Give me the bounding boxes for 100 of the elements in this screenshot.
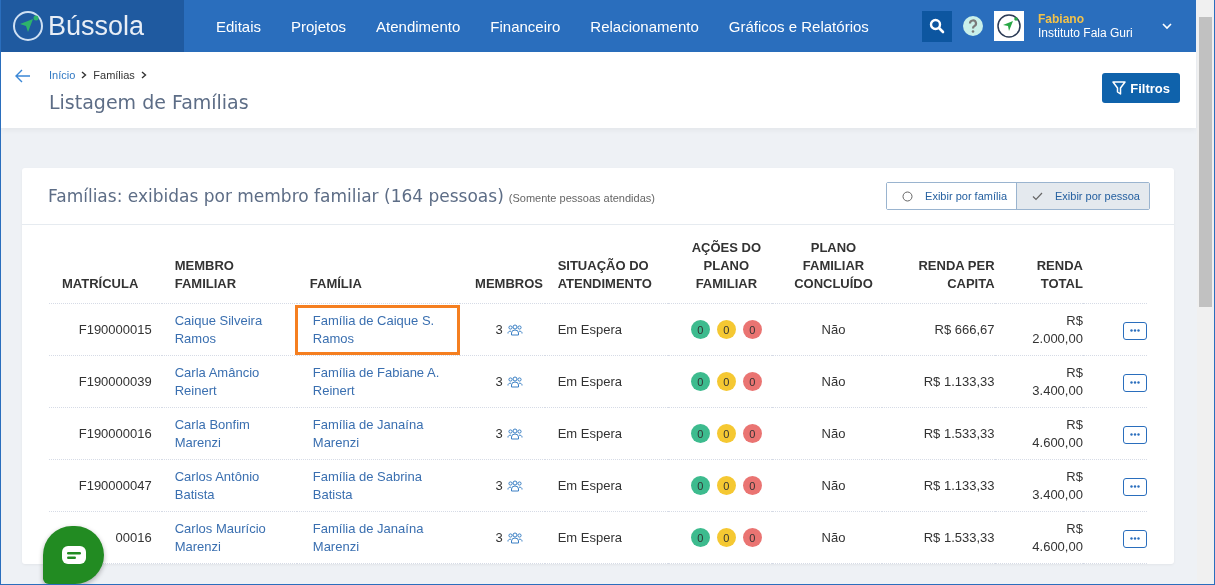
table-cell: Não <box>821 529 846 545</box>
people-icon <box>506 375 523 388</box>
column-header: RENDA TOTAL <box>1036 258 1083 291</box>
chevron-down-icon[interactable] <box>1162 22 1172 30</box>
people-icon <box>506 427 523 440</box>
table-cell-text: R$ 4.600,00 <box>1031 415 1083 452</box>
back-arrow-icon[interactable] <box>15 69 31 83</box>
table-cell: 00016 <box>115 529 152 545</box>
column-header: RENDA PER CAPITA <box>918 258 995 291</box>
table-cell: 3 <box>495 476 503 495</box>
table-cell-text: R$ 4.600,00 <box>1031 519 1083 556</box>
nav-link[interactable]: Projetos <box>291 17 347 35</box>
table-cell: Em Espera <box>557 321 622 337</box>
organization-logo-icon <box>994 11 1024 41</box>
table-cell: Em Espera <box>557 477 622 493</box>
ellipsis-icon <box>1130 329 1140 333</box>
column-header: PLANO FAMILIAR CONCLUÍDO <box>794 240 873 291</box>
action-count-badge: 0 <box>742 320 762 339</box>
more-options-button[interactable] <box>1123 321 1147 340</box>
member-link[interactable]: Carlos Maurício Marenzi <box>174 519 275 556</box>
table-cell: 3 <box>495 320 503 339</box>
people-icon <box>506 531 523 544</box>
table-cell: F190000016 <box>78 425 152 441</box>
ellipsis-icon <box>1130 381 1140 385</box>
column-header: MEMBRO FAMILIAR <box>174 258 237 291</box>
chevron-right-icon <box>140 71 147 79</box>
member-link[interactable]: Carlos Antônio Batista <box>174 467 275 504</box>
chevron-right-icon <box>81 71 88 79</box>
search-button[interactable] <box>922 10 952 42</box>
more-options-button[interactable] <box>1123 425 1147 444</box>
nav-link[interactable]: Editais <box>216 17 262 35</box>
member-link[interactable]: Carla Bonfim Marenzi <box>174 415 275 452</box>
member-link[interactable]: Carla Amâncio Reinert <box>174 363 275 400</box>
table-cell: Em Espera <box>557 529 622 545</box>
table-cell: R$ 1.133,33 <box>923 373 995 389</box>
card-note: (Somente pessoas atendidas) <box>508 192 655 204</box>
table-cell: F190000015 <box>78 321 152 337</box>
table-cell: F190000039 <box>78 373 152 389</box>
column-header: FAMÍLIA <box>309 276 362 291</box>
brand-name: Bússola <box>48 10 145 42</box>
action-count-badge: 0 <box>690 476 710 495</box>
table-cell: Não <box>821 321 846 337</box>
ellipsis-icon <box>1130 485 1140 489</box>
action-count-badge: 0 <box>690 424 710 443</box>
view-toggle-option[interactable]: Exibir por pessoa <box>1016 183 1149 209</box>
column-header: MATRÍCULA <box>62 276 139 291</box>
filters-button[interactable]: Filtros <box>1102 73 1180 103</box>
table-cell: R$ 1.533,33 <box>923 425 995 441</box>
radio-circle-icon <box>902 190 914 202</box>
nav-link[interactable]: Financeiro <box>490 17 561 35</box>
chat-button[interactable] <box>43 526 104 584</box>
action-count-badge: 0 <box>716 476 736 495</box>
breadcrumb-link[interactable]: Início <box>49 69 76 81</box>
user-name: Fabiano <box>1038 12 1085 26</box>
nav-link[interactable]: Atendimento <box>376 17 461 35</box>
organization-name: Instituto Fala Guri <box>1038 26 1134 40</box>
action-count-badge: 0 <box>690 528 710 547</box>
compass-logo-icon <box>12 10 44 42</box>
table-cell: Não <box>821 477 846 493</box>
action-count-badge: 0 <box>690 372 710 391</box>
table-cell-text: R$ 3.400,00 <box>1031 363 1083 400</box>
filter-icon <box>1112 80 1127 96</box>
family-link[interactable]: Família de Caique S. Ramos <box>294 304 461 355</box>
table-cell: 3 <box>495 372 503 391</box>
action-count-badge: 0 <box>742 528 762 547</box>
nav-link[interactable]: Relacionamento <box>590 17 699 35</box>
nav-link[interactable]: Gráficos e Relatórios <box>728 17 869 35</box>
more-options-button[interactable] <box>1123 529 1147 548</box>
action-count-badge: 0 <box>690 320 710 339</box>
action-count-badge: 0 <box>716 424 736 443</box>
card-title: Famílias: exibidas por membro familiar (164 pessoas) <box>48 186 504 206</box>
more-options-button[interactable] <box>1123 373 1147 392</box>
table-cell-text: R$ 3.400,00 <box>1031 467 1083 504</box>
table-cell: 3 <box>495 424 503 443</box>
action-count-badge: 0 <box>742 476 762 495</box>
column-header: SITUAÇÃO DO ATENDIMENTO <box>557 258 652 291</box>
column-header: AÇÕES DO PLANO FAMILIAR <box>691 240 761 291</box>
family-link[interactable]: Família de Sabrina Batista <box>294 460 461 511</box>
people-icon <box>506 323 523 336</box>
member-link[interactable]: Caique Silveira Ramos <box>174 311 275 348</box>
help-icon[interactable] <box>962 15 984 37</box>
people-icon <box>506 479 523 492</box>
page-title: Listagem de Famílias <box>49 91 249 113</box>
table-cell: R$ 666,67 <box>934 321 995 337</box>
table-cell: Não <box>821 373 846 389</box>
table-cell: Não <box>821 425 846 441</box>
scrollbar[interactable] <box>1197 0 1214 584</box>
family-link[interactable]: Família de Fabiane A. Reinert <box>294 356 461 407</box>
family-link[interactable]: Família de Janaína Marenzi <box>294 512 461 563</box>
ellipsis-icon <box>1130 537 1140 541</box>
ellipsis-icon <box>1130 433 1140 437</box>
column-header: MEMBROS <box>475 276 543 291</box>
action-count-badge: 0 <box>742 372 762 391</box>
action-count-badge: 0 <box>742 424 762 443</box>
search-icon <box>929 18 945 34</box>
chat-bubble-icon <box>60 545 87 565</box>
more-options-button[interactable] <box>1123 477 1147 496</box>
table-cell: R$ 1.133,33 <box>923 477 995 493</box>
family-link[interactable]: Família de Janaína Marenzi <box>294 408 461 459</box>
breadcrumb-item: Famílias <box>93 69 135 81</box>
